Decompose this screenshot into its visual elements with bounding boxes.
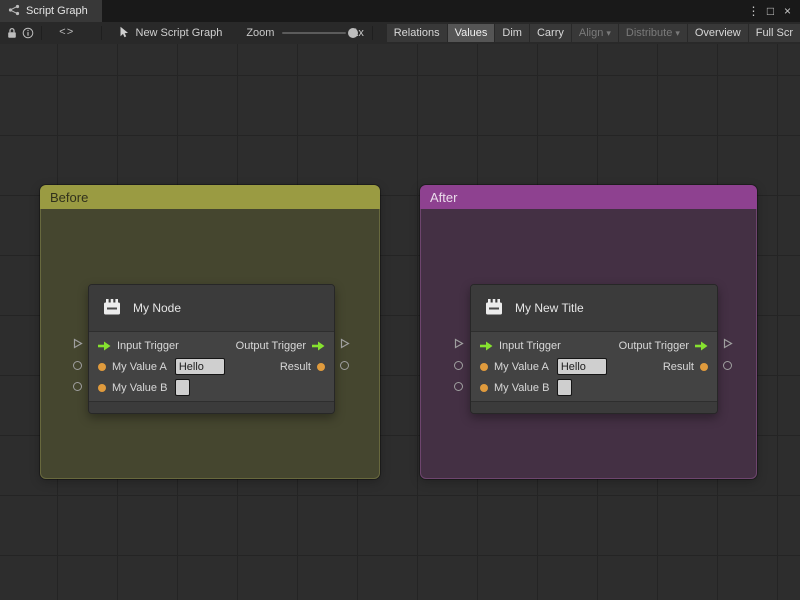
port-label: My Value A — [494, 360, 549, 373]
zoom-slider[interactable] — [282, 27, 359, 39]
close-icon[interactable]: × — [779, 1, 796, 21]
chevron-down-icon: ▾ — [675, 27, 680, 38]
value-b-field[interactable] — [557, 379, 573, 396]
tab-title: Script Graph — [26, 5, 88, 17]
value-output-icon[interactable] — [317, 362, 325, 371]
graph-name-button[interactable]: New Script Graph — [113, 26, 229, 41]
chevron-down-icon: ▾ — [606, 27, 611, 38]
lock-icon[interactable] — [4, 24, 20, 42]
script-graph-icon — [8, 4, 20, 19]
zoom-label: Zoom — [246, 27, 275, 39]
port-label: Input Trigger — [499, 339, 561, 352]
graph-name-label: New Script Graph — [135, 27, 223, 39]
value-output-port[interactable] — [339, 360, 350, 371]
unit-icon — [100, 295, 124, 322]
value-a-field[interactable] — [174, 358, 225, 375]
flow-input-icon[interactable] — [480, 341, 493, 351]
carry-button[interactable]: Carry — [529, 24, 571, 42]
node-title: My Node — [133, 301, 182, 315]
port-label: Result — [279, 360, 311, 373]
fullscreen-button[interactable]: Full Scr — [748, 24, 800, 42]
value-input-port[interactable] — [453, 381, 464, 392]
group-title: After — [430, 189, 458, 205]
toolbar-buttons: Relations Values Dim Carry Align ▾ Distr… — [386, 24, 800, 42]
group-header[interactable]: After — [420, 185, 757, 209]
port-row: My Value A Result — [89, 356, 334, 377]
node-title: My New Title — [515, 301, 584, 315]
port-row: Input Trigger Output Trigger — [89, 335, 334, 356]
relations-button[interactable]: Relations — [386, 24, 447, 42]
value-output-icon[interactable] — [700, 362, 708, 371]
window-tab-bar: Script Graph ⋮ □ × — [0, 0, 800, 22]
unity-graph-window: { "window": { "tab": { "title": "Script … — [0, 0, 800, 600]
node-footer — [471, 401, 717, 413]
port-label: My Value B — [494, 381, 550, 394]
value-output-port[interactable] — [722, 360, 733, 371]
info-icon[interactable] — [20, 24, 36, 42]
unit-icon — [482, 295, 506, 322]
tab-script-graph[interactable]: Script Graph — [0, 0, 102, 22]
code-view-icon[interactable]: <> — [59, 24, 75, 42]
distribute-button: Distribute ▾ — [618, 24, 687, 42]
group-header[interactable]: Before — [40, 185, 380, 209]
flow-output-port[interactable] — [339, 338, 350, 349]
toolbar-divider — [371, 26, 373, 40]
flow-output-icon[interactable] — [695, 341, 708, 351]
port-label: My Value A — [112, 360, 167, 373]
toolbar-divider — [100, 26, 102, 40]
value-input-icon[interactable] — [98, 383, 106, 392]
window-menu-icon[interactable]: ⋮ — [745, 1, 762, 21]
node-body: Input Trigger Output Trigger My Value A … — [89, 332, 334, 401]
node-my-new-title[interactable]: My New Title Input Trigger Output Trigge… — [470, 284, 718, 414]
value-input-port[interactable] — [72, 381, 83, 392]
zoom-slider-track — [282, 32, 347, 34]
align-button: Align ▾ — [571, 24, 618, 42]
overview-button[interactable]: Overview — [687, 24, 748, 42]
graph-pointer-icon — [119, 26, 130, 41]
graph-toolbar: <> New Script Graph Zoom 1x Relations Va… — [0, 22, 800, 45]
value-b-field[interactable] — [175, 379, 191, 396]
flow-output-port[interactable] — [722, 338, 733, 349]
value-input-icon[interactable] — [98, 362, 106, 371]
maximize-icon[interactable]: □ — [762, 1, 779, 21]
node-my-node[interactable]: My Node Input Trigger Output Trigger My … — [88, 284, 335, 414]
port-row: My Value B — [471, 377, 717, 398]
flow-input-port[interactable] — [453, 338, 464, 349]
value-input-icon[interactable] — [480, 362, 488, 371]
graph-canvas[interactable]: Before After My Node Input Trigger Outpu… — [0, 44, 800, 600]
window-controls: ⋮ □ × — [745, 1, 800, 21]
port-label: Result — [662, 360, 694, 373]
node-header[interactable]: My New Title — [471, 285, 717, 332]
port-row: My Value A Result — [471, 356, 717, 377]
port-label: Input Trigger — [117, 339, 179, 352]
port-row: My Value B — [89, 377, 334, 398]
dim-button[interactable]: Dim — [495, 24, 529, 42]
value-input-port[interactable] — [72, 360, 83, 371]
value-a-field[interactable] — [556, 358, 607, 375]
values-button[interactable]: Values — [447, 24, 495, 42]
flow-input-icon[interactable] — [98, 341, 111, 351]
value-input-icon[interactable] — [480, 383, 488, 392]
port-label: Output Trigger — [618, 339, 689, 352]
node-footer — [89, 401, 334, 413]
flow-output-icon[interactable] — [312, 341, 325, 351]
toolbar-divider — [40, 26, 42, 40]
value-input-port[interactable] — [453, 360, 464, 371]
node-body: Input Trigger Output Trigger My Value A … — [471, 332, 717, 401]
port-label: My Value B — [112, 381, 168, 394]
port-label: Output Trigger — [235, 339, 306, 352]
flow-input-port[interactable] — [72, 338, 83, 349]
group-title: Before — [50, 189, 89, 205]
port-row: Input Trigger Output Trigger — [471, 335, 717, 356]
node-header[interactable]: My Node — [89, 285, 334, 332]
